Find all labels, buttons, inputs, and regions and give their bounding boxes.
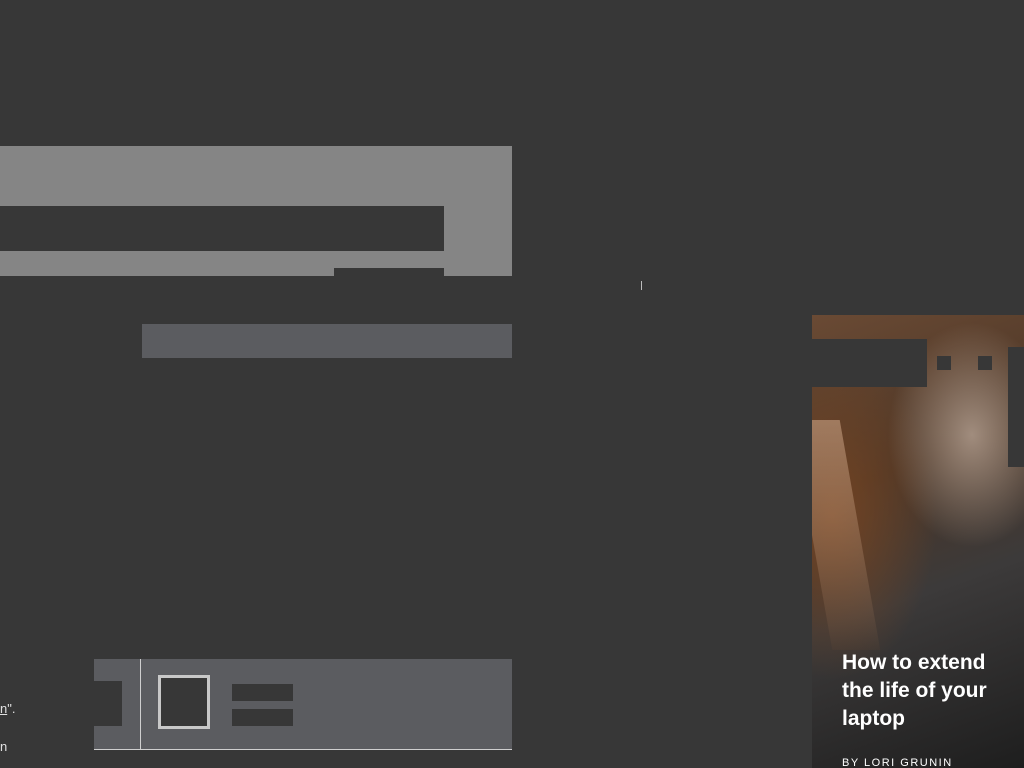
masked-banner-headline-block	[0, 206, 444, 251]
masked-subheading-strip	[142, 324, 512, 358]
clipped-text-tail: ".	[7, 701, 16, 716]
page: n". n How to extend the life of your lap…	[0, 0, 1024, 768]
promo-byline: BY LORI GRUNIN	[842, 757, 953, 768]
masked-banner-tab	[334, 268, 444, 276]
masked-banner	[0, 146, 512, 276]
promo-title[interactable]: How to extend the life of your laptop	[842, 649, 1017, 733]
promo-masked-dot	[937, 356, 951, 370]
clipped-text-fragment: n".	[0, 701, 15, 717]
card-masked-text-line	[232, 684, 293, 701]
related-item-card[interactable]	[94, 659, 512, 750]
promo-article-card[interactable]: How to extend the life of your laptop BY…	[812, 315, 1024, 768]
clipped-text-fragment-2: n	[0, 739, 8, 754]
cursor-tick	[641, 281, 642, 290]
promo-masked-bar	[1008, 347, 1024, 467]
card-masked-text-line	[232, 709, 293, 726]
promo-masked-dot	[978, 356, 992, 370]
card-thumbnail-frame[interactable]	[158, 675, 210, 729]
card-divider	[140, 659, 141, 749]
promo-masked-block	[812, 339, 927, 387]
card-masked-block	[94, 681, 122, 726]
laptop-photo-highlight	[812, 420, 881, 650]
